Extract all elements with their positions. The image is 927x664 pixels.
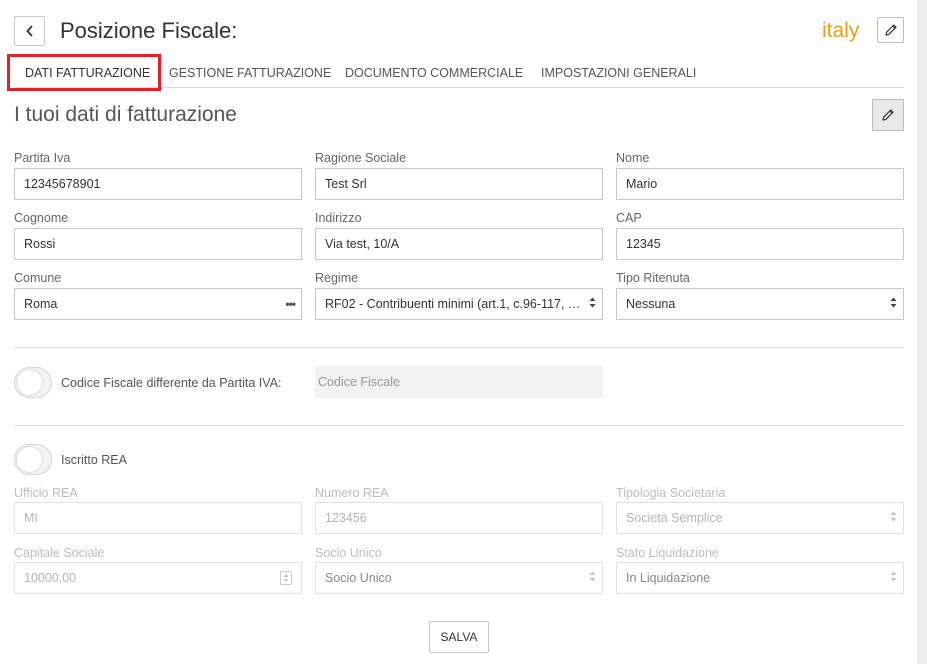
- active-tab-highlight: [7, 54, 161, 91]
- ufficio-rea-value: MI: [24, 511, 38, 525]
- country-label: italy: [822, 19, 860, 42]
- ragione-sociale-label: Ragione Sociale: [315, 151, 407, 165]
- scrollbar[interactable]: [917, 0, 927, 664]
- ragione-sociale-value: Test Srl: [325, 177, 367, 191]
- nome-value: Mario: [626, 177, 658, 191]
- cognome-input[interactable]: Rossi: [14, 228, 302, 260]
- partita-iva-label: Partita Iva: [14, 151, 71, 165]
- capitale-sociale-input[interactable]: 10000.00: [14, 562, 302, 594]
- select-arrows-icon: [890, 503, 897, 533]
- save-button[interactable]: SALVA: [429, 621, 489, 653]
- regime-select[interactable]: RF02 - Contribuenti minimi (art.1, c.96-…: [315, 288, 603, 320]
- chevron-left-icon: [25, 25, 33, 37]
- socio-unico-label: Socio Unico: [315, 546, 382, 560]
- ragione-sociale-input[interactable]: Test Srl: [315, 168, 603, 200]
- tipologia-societaria-select[interactable]: Società Semplice: [616, 502, 904, 534]
- iscritto-rea-toggle-label: Iscritto REA: [61, 453, 127, 467]
- regime-label: Regime: [315, 271, 359, 285]
- numero-rea-label: Numero REA: [315, 486, 389, 500]
- numero-rea-value: 123456: [325, 511, 367, 525]
- tipologia-societaria-label: Tipologia Societaria: [616, 486, 726, 500]
- tipo-ritenuta-value: Nessuna: [626, 297, 676, 311]
- socio-unico-value: Socio Unico: [325, 571, 392, 585]
- cap-label: CAP: [616, 211, 642, 225]
- tipologia-societaria-value: Società Semplice: [626, 511, 723, 525]
- cap-value: 12345: [626, 237, 661, 251]
- toggle-knob: [16, 369, 43, 396]
- nome-label: Nome: [616, 151, 650, 165]
- capitale-sociale-label: Capitale Sociale: [14, 546, 105, 560]
- comune-value: Roma: [24, 297, 58, 311]
- stato-liquidazione-label: Stato Liquidazione: [616, 546, 719, 560]
- edit-section-button[interactable]: [872, 99, 904, 131]
- page-title: Posizione Fiscale:: [60, 18, 238, 43]
- stato-liquidazione-value: In Liquidazione: [626, 571, 711, 585]
- edit-country-button[interactable]: [877, 17, 904, 43]
- codice-fiscale-input[interactable]: Codice Fiscale: [315, 366, 603, 398]
- more-dots-icon[interactable]: •••: [285, 289, 296, 319]
- section-title: I tuoi dati di fatturazione: [14, 103, 237, 126]
- partita-iva-value: 12345678901: [24, 177, 101, 191]
- tab-gestione-fatturazione[interactable]: GESTIONE FATTURAZIONE: [169, 60, 331, 86]
- divider: [14, 425, 904, 426]
- partita-iva-input[interactable]: 12345678901: [14, 168, 302, 200]
- pencil-icon: [882, 109, 894, 121]
- select-arrows-icon: [890, 563, 897, 593]
- toggle-knob: [16, 446, 43, 473]
- number-stepper-icon[interactable]: [280, 571, 292, 585]
- nome-input[interactable]: Mario: [616, 168, 904, 200]
- numero-rea-input[interactable]: 123456: [315, 502, 603, 534]
- ufficio-rea-input[interactable]: MI: [14, 502, 302, 534]
- iscritto-rea-toggle[interactable]: [14, 444, 52, 475]
- select-arrows-icon: [589, 563, 596, 593]
- comune-label: Comune: [14, 271, 62, 285]
- cap-input[interactable]: 12345: [616, 228, 904, 260]
- divider: [14, 347, 904, 348]
- comune-input[interactable]: Roma •••: [14, 288, 302, 320]
- select-arrows-icon: [589, 289, 596, 319]
- ufficio-rea-label: Ufficio REA: [14, 486, 78, 500]
- tipo-ritenuta-select[interactable]: Nessuna: [616, 288, 904, 320]
- codice-fiscale-toggle[interactable]: [14, 367, 52, 398]
- capitale-sociale-value: 10000.00: [24, 571, 77, 585]
- indirizzo-label: Indirizzo: [315, 211, 362, 225]
- tipo-ritenuta-label: Tipo Ritenuta: [616, 271, 690, 285]
- socio-unico-select[interactable]: Socio Unico: [315, 562, 603, 594]
- codice-fiscale-toggle-label: Codice Fiscale differente da Partita IVA…: [61, 376, 282, 390]
- select-arrows-icon: [890, 289, 897, 319]
- indirizzo-value: Via test, 10/A: [325, 237, 400, 251]
- cognome-label: Cognome: [14, 211, 69, 225]
- cognome-value: Rossi: [24, 237, 56, 251]
- back-button[interactable]: [14, 16, 45, 46]
- indirizzo-input[interactable]: Via test, 10/A: [315, 228, 603, 260]
- tab-documento-commerciale[interactable]: DOCUMENTO COMMERCIALE: [345, 60, 523, 86]
- regime-value: RF02 - Contribuenti minimi (art.1, c.96-…: [325, 297, 587, 311]
- tab-impostazioni-generali[interactable]: IMPOSTAZIONI GENERALI: [541, 60, 696, 86]
- stato-liquidazione-select[interactable]: In Liquidazione: [616, 562, 904, 594]
- pencil-icon: [884, 24, 897, 36]
